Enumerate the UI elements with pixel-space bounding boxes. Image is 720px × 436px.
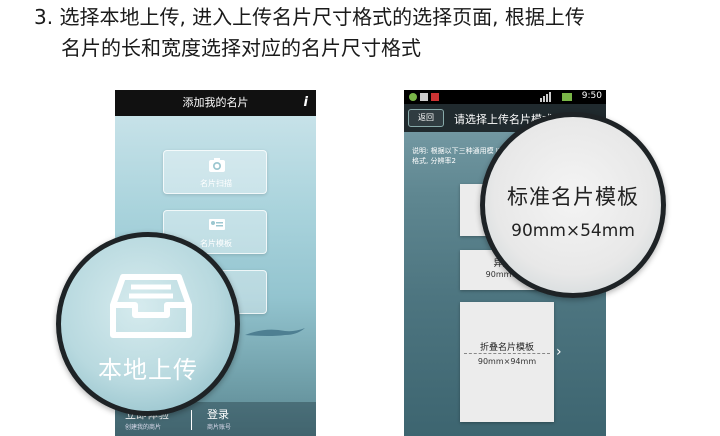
try-now-sub: 创建我的商片 [125,424,162,431]
standard-template-name: 标准名片模板 [507,185,639,209]
local-upload-label: 本地上传 [98,356,198,384]
chevron-right-icon[interactable]: › [556,344,562,360]
login-button[interactable]: 登录 商片账号 [207,406,231,431]
card-template-icon [209,219,225,230]
info-icon[interactable]: i [304,90,308,116]
template-size: 90mm×94mm [477,357,537,366]
inbox-tray-icon [110,274,192,338]
fold-line [464,353,550,354]
status-bar: 9:50 [404,90,606,104]
magnifier-local-upload: 本地上传 [56,232,240,416]
instruction-line-1: 3. 选择本地上传, 进入上传名片尺寸格式的选择页面, 根据上传 [34,5,585,29]
instruction-line-2: 名片的长和宽度选择对应的名片尺寸格式 [61,36,421,60]
bottom-divider [191,410,192,430]
login-sub: 商片账号 [207,424,232,431]
scan-card-label: 名片扫描 [200,179,232,188]
instruction-text: 3. 选择本地上传, 进入上传名片尺寸格式的选择页面, 根据上传 名片的长和宽度… [34,2,714,64]
camera-icon [209,158,225,172]
status-time: 9:50 [581,91,602,101]
signal-battery-icon [540,92,572,102]
magnifier-standard-template: 标准名片模板 90mm×54mm [480,112,666,298]
scan-card-button[interactable]: 名片扫描 [163,150,267,194]
bird-decoration [245,328,305,336]
template-name: 折叠名片模板 [479,343,534,353]
standard-template-size: 90mm×54mm [511,221,635,241]
login-label: 登录 [207,408,229,421]
page-title: 添加我的名片 [182,96,249,109]
title-bar: 添加我的名片 i [115,90,316,116]
folded-card-template[interactable]: 折叠名片模板 90mm×94mm [460,302,554,422]
back-button[interactable]: 返回 [408,109,444,127]
back-label: 返回 [418,113,434,122]
notification-icons [409,93,439,101]
